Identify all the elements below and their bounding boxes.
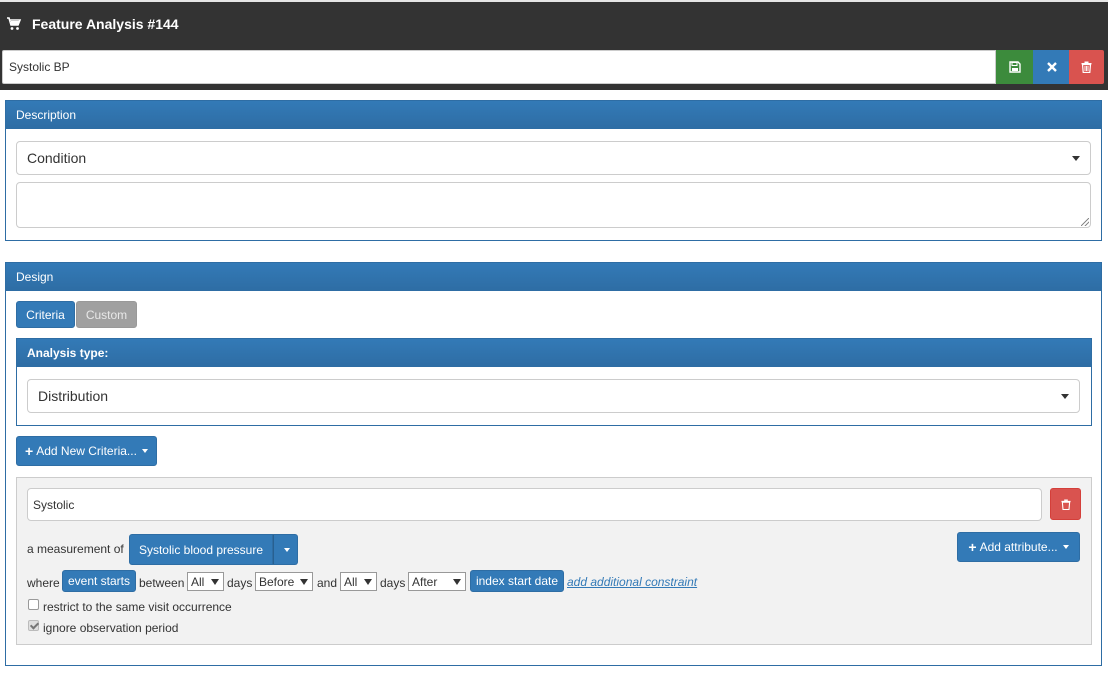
caret-down-icon — [141, 449, 148, 453]
start-relation-select[interactable]: Before — [255, 572, 313, 591]
end-relation-select[interactable]: After — [408, 572, 466, 591]
trash-icon — [1060, 499, 1071, 510]
add-constraint-link[interactable]: add additional constraint — [567, 575, 697, 589]
restrict-visit-checkbox[interactable] — [28, 599, 39, 610]
days-label: days — [380, 576, 406, 590]
concept-set-dropdown[interactable] — [273, 534, 298, 565]
design-heading: Design — [6, 263, 1101, 291]
tab-criteria[interactable]: Criteria — [16, 301, 75, 328]
app-header: Feature Analysis #144 — [0, 0, 1108, 90]
criteria-name-input[interactable]: Systolic — [27, 488, 1042, 521]
ignore-observation-checkbox[interactable] — [28, 620, 39, 631]
design-panel: Design Criteria Custom Analysis type: Di… — [5, 262, 1102, 666]
chevron-down-icon — [1072, 156, 1080, 161]
end-days-select[interactable]: All — [340, 572, 377, 591]
delete-button[interactable] — [1069, 50, 1104, 84]
analysis-type-heading: Analysis type: — [17, 339, 1091, 367]
caret-down-icon — [300, 579, 308, 585]
caret-down-icon — [364, 579, 372, 585]
trash-icon — [1081, 61, 1092, 73]
start-days-value: All — [191, 574, 205, 589]
caret-down-icon — [1062, 545, 1069, 549]
and-label: and — [317, 576, 338, 590]
close-icon — [1046, 62, 1057, 72]
analysis-type-select[interactable]: Distribution — [27, 379, 1080, 413]
criteria-box: Systolic a measurement of Systolic blood… — [16, 477, 1092, 645]
index-start-date-button[interactable]: index start date — [470, 570, 564, 592]
cart-icon — [7, 17, 22, 30]
restrict-visit-label: restrict to the same visit occurrence — [43, 600, 232, 614]
delete-criteria-button[interactable] — [1050, 488, 1081, 520]
description-panel: Description Condition — [5, 100, 1102, 241]
between-label: between — [139, 576, 185, 590]
tab-custom[interactable]: Custom — [76, 301, 137, 328]
where-label: where — [27, 576, 60, 590]
days-label: days — [227, 576, 253, 590]
caret-down-icon — [211, 579, 219, 585]
save-button[interactable] — [996, 50, 1033, 84]
plus-icon: + — [25, 443, 34, 459]
description-textarea[interactable] — [16, 182, 1091, 228]
add-attribute-label: Add attribute... — [979, 540, 1058, 554]
feature-name-input[interactable] — [2, 50, 996, 84]
plus-icon: + — [968, 539, 977, 555]
start-relation-value: Before — [259, 574, 295, 589]
end-days-value: All — [344, 574, 358, 589]
add-new-criteria-label: Add New Criteria... — [36, 444, 137, 458]
concept-set-button[interactable]: Systolic blood pressure — [129, 534, 273, 565]
title-row: Feature Analysis #144 — [6, 14, 179, 34]
add-attribute-button[interactable]: + Add attribute... — [957, 532, 1080, 562]
analysis-type-value: Distribution — [38, 388, 109, 404]
measurement-of-label: a measurement of — [27, 542, 124, 556]
page-title: Feature Analysis #144 — [32, 16, 179, 32]
close-button[interactable] — [1033, 50, 1070, 84]
save-icon — [1008, 61, 1021, 73]
resize-grip-icon[interactable] — [1081, 218, 1089, 226]
start-days-select[interactable]: All — [187, 572, 224, 591]
description-heading: Description — [6, 101, 1101, 129]
ignore-observation-label: ignore observation period — [43, 621, 179, 635]
domain-select-value: Condition — [27, 150, 87, 166]
caret-down-icon — [283, 547, 290, 552]
add-new-criteria-button[interactable]: + Add New Criteria... — [16, 436, 157, 466]
domain-select[interactable]: Condition — [16, 141, 1091, 175]
end-relation-value: After — [412, 574, 438, 589]
chevron-down-icon — [1061, 394, 1069, 399]
caret-down-icon — [453, 579, 461, 585]
event-starts-button[interactable]: event starts — [62, 570, 136, 592]
analysis-type-panel: Analysis type: Distribution — [16, 338, 1092, 426]
